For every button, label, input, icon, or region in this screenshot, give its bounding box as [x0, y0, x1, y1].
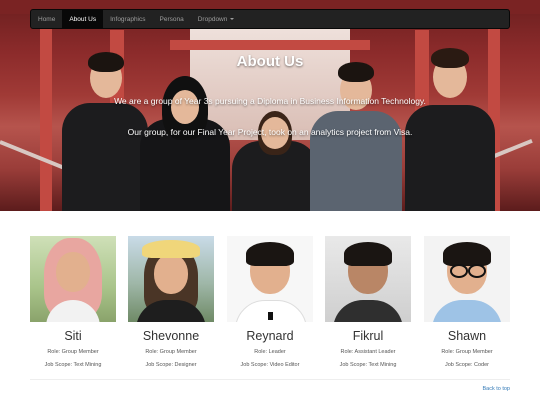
nav-home[interactable]: Home [31, 10, 62, 28]
member-job-scope: Job Scope: Designer [145, 362, 197, 368]
member-role: Role: Group Member [47, 349, 99, 355]
member-job-scope: Job Scope: Coder [444, 362, 490, 368]
member-role: Role: Group Member [441, 349, 493, 355]
nav-dropdown[interactable]: Dropdown [191, 10, 242, 28]
nav-about-us[interactable]: About Us [62, 10, 104, 28]
member-photo [227, 236, 313, 322]
member-name: Fikrul [352, 329, 384, 343]
nav-dropdown-label: Dropdown [197, 15, 228, 23]
member-photo [128, 236, 214, 322]
nav-persona[interactable]: Persona [153, 10, 191, 28]
nav-infographics[interactable]: Infographics [103, 10, 152, 28]
hero-description: We are a group of Year 3s pursuing a Dip… [114, 96, 426, 106]
hero-beam [40, 20, 52, 211]
page-title: About Us [236, 53, 304, 70]
member-card: Siti Role: Group Member Job Scope: Text … [30, 236, 116, 368]
navbar: Home About Us Infographics Persona Dropd… [30, 9, 510, 29]
member-job-scope: Job Scope: Text Mining [44, 362, 102, 368]
member-card: Fikrul Role: Assistant Leader Job Scope:… [325, 236, 411, 368]
member-name: Shawn [447, 329, 487, 343]
hero-project-description: Our group, for our Final Year Project, t… [127, 127, 413, 137]
member-role: Role: Leader [254, 349, 286, 355]
member-job-scope: Job Scope: Text Mining [339, 362, 397, 368]
member-name: Siti [64, 329, 82, 343]
hero-banner: About Us We are a group of Year 3s pursu… [0, 0, 540, 211]
member-role: Role: Assistant Leader [340, 349, 396, 355]
back-to-top-link[interactable]: Back to top [482, 386, 510, 392]
member-card: Shevonne Role: Group Member Job Scope: D… [128, 236, 214, 368]
footer-divider [30, 379, 510, 380]
member-role: Role: Group Member [145, 349, 197, 355]
member-photo [30, 236, 116, 322]
hero-beam [170, 40, 370, 50]
member-card: Shawn Role: Group Member Job Scope: Code… [424, 236, 510, 368]
member-photo [424, 236, 510, 322]
caret-down-icon [230, 18, 235, 20]
member-name: Shevonne [142, 329, 200, 343]
hero-person [232, 111, 318, 211]
member-job-scope: Job Scope: Video Editor [240, 362, 300, 368]
member-name: Reynard [246, 329, 294, 343]
member-photo [325, 236, 411, 322]
member-card: Reynard Role: Leader Job Scope: Video Ed… [227, 236, 313, 368]
